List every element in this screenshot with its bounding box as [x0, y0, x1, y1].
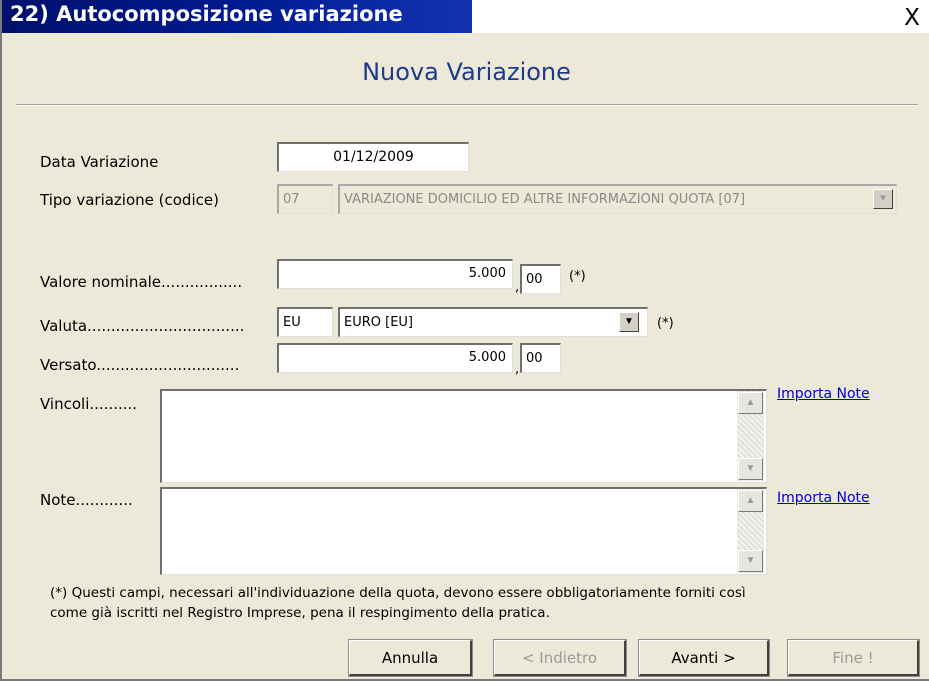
- arrow-up-icon[interactable]: ▲: [738, 392, 763, 414]
- valuta-selected-value: EURO [EU]: [344, 315, 413, 330]
- close-icon[interactable]: X: [900, 7, 924, 30]
- header-divider: [16, 104, 918, 106]
- title-bar-right-area: [472, 0, 929, 33]
- vincoli-label: Vincoli..........: [40, 395, 138, 413]
- chevron-down-icon[interactable]: ▼: [873, 189, 893, 209]
- footnote-line-2: come già iscritti nel Registro Imprese, …: [50, 605, 550, 621]
- valore-nominale-label: Valore nominale.................: [40, 273, 243, 291]
- versato-label: Versato..............................: [40, 356, 240, 374]
- vincoli-textarea[interactable]: [160, 389, 767, 483]
- dialog-window: 22) Autocomposizione variazione X Nuova …: [0, 0, 929, 681]
- decimal-separator: ,: [515, 280, 520, 295]
- valore-nominale-decimal-input[interactable]: 00: [520, 264, 561, 294]
- tipo-variazione-code-input[interactable]: 07: [277, 184, 333, 214]
- data-variazione-input[interactable]: 01/12/2009: [277, 142, 469, 172]
- decimal-separator: ,: [515, 362, 520, 377]
- tipo-variazione-label: Tipo variazione (codice): [40, 191, 219, 209]
- window-title: 22) Autocomposizione variazione: [10, 2, 403, 26]
- tipo-variazione-selected-value: VARIAZIONE DOMICILIO ED ALTRE INFORMAZIO…: [344, 192, 746, 207]
- valuta-code-input[interactable]: EU: [277, 307, 333, 337]
- arrow-down-icon[interactable]: ▼: [738, 458, 763, 480]
- valuta-label: Valuta.................................: [40, 317, 245, 335]
- arrow-down-icon[interactable]: ▼: [738, 550, 763, 572]
- valuta-select[interactable]: EURO [EU]: [338, 307, 648, 337]
- fine-button[interactable]: Fine !: [787, 639, 920, 677]
- vincoli-importa-note-link[interactable]: Importa Note: [777, 386, 870, 402]
- versato-integer-input[interactable]: 5.000: [277, 343, 513, 373]
- arrow-up-icon[interactable]: ▲: [738, 490, 763, 512]
- data-variazione-label: Data Variazione: [40, 153, 159, 171]
- valore-nominale-integer-input[interactable]: 5.000: [277, 259, 513, 289]
- required-mark: (*): [657, 316, 674, 331]
- indietro-button[interactable]: < Indietro: [493, 639, 627, 677]
- note-importa-note-link[interactable]: Importa Note: [777, 490, 870, 506]
- note-textarea[interactable]: [160, 487, 767, 575]
- required-mark: (*): [569, 269, 586, 284]
- annulla-button[interactable]: Annulla: [348, 639, 473, 677]
- versato-decimal-input[interactable]: 00: [520, 343, 561, 373]
- note-label: Note............: [40, 491, 133, 509]
- chevron-down-icon[interactable]: ▼: [619, 312, 639, 332]
- tipo-variazione-select[interactable]: VARIAZIONE DOMICILIO ED ALTRE INFORMAZIO…: [338, 184, 897, 214]
- footnote-line-1: (*) Questi campi, necessari all'individu…: [50, 585, 746, 601]
- avanti-button[interactable]: Avanti >: [638, 639, 770, 677]
- page-title: Nuova Variazione: [362, 58, 571, 86]
